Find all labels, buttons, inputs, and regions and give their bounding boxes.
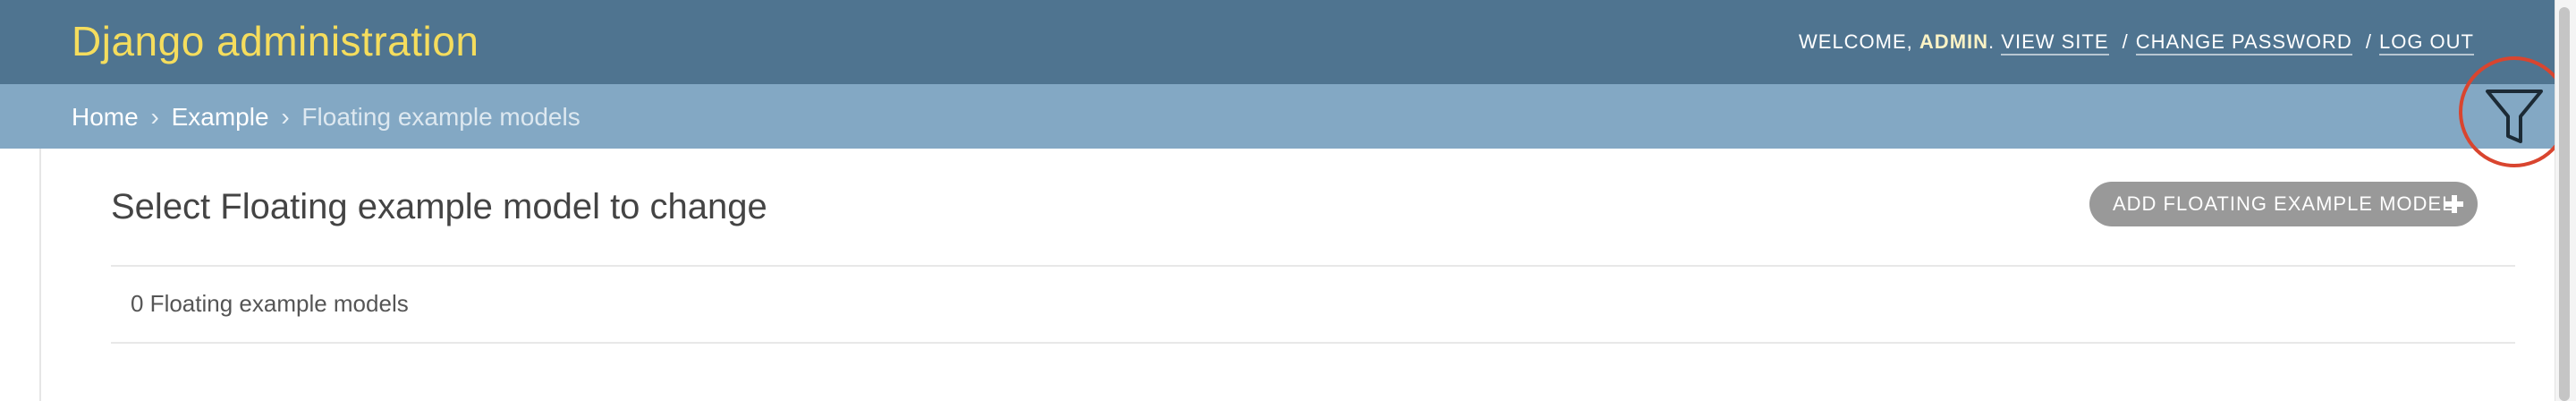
add-floating-example-model-button[interactable]: ADD FLOATING EXAMPLE MODEL (2089, 182, 2478, 226)
results-bottom-divider (111, 342, 2515, 344)
add-button-label: ADD FLOATING EXAMPLE MODEL (2113, 192, 2454, 215)
content-left-border (39, 149, 41, 401)
log-out-link[interactable]: LOG OUT (2378, 30, 2474, 55)
header: Django administration WELCOME, ADMIN. VI… (0, 0, 2555, 84)
breadcrumb-separator: › (150, 103, 159, 131)
username: ADMIN (1919, 30, 1989, 53)
admin-page: Django administration WELCOME, ADMIN. VI… (0, 0, 2576, 401)
breadcrumb: Home › Example › Floating example models (0, 84, 2555, 149)
plus-icon (2445, 195, 2463, 213)
scrollbar-thumb[interactable] (2559, 7, 2570, 401)
change-password-link[interactable]: CHANGE PASSWORD (2135, 30, 2352, 55)
page-title: Select Floating example model to change (111, 187, 767, 226)
result-count: 0 Floating example models (131, 290, 409, 317)
user-tools: WELCOME, ADMIN. VIEW SITE / CHANGE PASSWO… (1799, 29, 2474, 55)
results-top-divider (111, 265, 2515, 267)
user-tools-separator: / (2365, 30, 2372, 53)
username-suffix: . (1988, 30, 1996, 53)
site-branding[interactable]: Django administration (72, 16, 479, 66)
welcome-text: WELCOME, (1799, 30, 1913, 53)
user-tools-separator: / (2122, 30, 2129, 53)
breadcrumb-current: Floating example models (301, 103, 580, 131)
breadcrumb-home-link[interactable]: Home (72, 103, 139, 131)
breadcrumb-app-link[interactable]: Example (172, 103, 269, 131)
view-site-link[interactable]: VIEW SITE (2001, 30, 2109, 55)
breadcrumb-separator: › (281, 103, 290, 131)
